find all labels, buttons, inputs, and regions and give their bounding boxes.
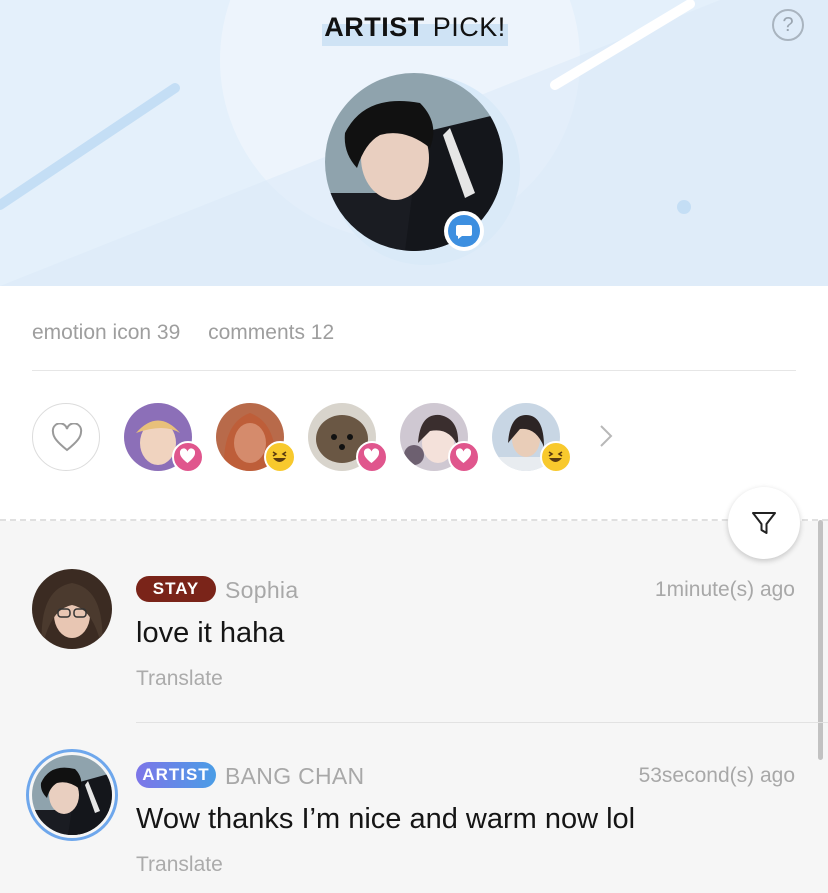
- comment-text: Wow thanks I’m nice and warm now lol: [136, 803, 636, 835]
- reactor-avatar[interactable]: [492, 403, 572, 473]
- stats-bar: emotion icon 39 comments 12: [32, 321, 356, 345]
- laughing-emoji-icon: [540, 441, 572, 473]
- comment-count[interactable]: comments 12: [208, 321, 334, 344]
- chevron-right-icon[interactable]: [598, 424, 614, 448]
- commenter-avatar[interactable]: [32, 569, 112, 649]
- scrollbar[interactable]: [818, 520, 823, 760]
- heart-icon: [356, 441, 388, 473]
- artist-pick-header: ARTIST PICK! ?: [0, 0, 828, 286]
- page-title: ARTIST PICK!: [322, 8, 508, 46]
- translate-link[interactable]: Translate: [136, 853, 223, 877]
- filter-button[interactable]: [728, 487, 800, 559]
- translate-link[interactable]: Translate: [136, 667, 223, 691]
- reactor-avatar[interactable]: [308, 403, 388, 473]
- divider: [136, 722, 828, 723]
- help-icon[interactable]: ?: [772, 9, 804, 41]
- chat-badge-icon: [444, 211, 484, 251]
- laughing-emoji-icon: [264, 441, 296, 473]
- comment-author[interactable]: Sophia: [225, 577, 298, 604]
- heart-icon: [172, 441, 204, 473]
- funnel-icon: [752, 512, 776, 534]
- reactor-avatar[interactable]: [400, 403, 480, 473]
- artist-badge: ARTIST: [136, 762, 216, 788]
- fan-badge: STAY: [136, 576, 216, 602]
- comment-time: 1minute(s) ago: [654, 578, 795, 601]
- reactor-avatar[interactable]: [216, 403, 296, 473]
- heart-outline-icon: [51, 423, 83, 452]
- comment-text: love it haha: [136, 617, 285, 649]
- commenter-avatar[interactable]: [32, 755, 112, 835]
- reactor-avatar[interactable]: [124, 403, 204, 473]
- heart-icon: [448, 441, 480, 473]
- like-button[interactable]: [32, 403, 100, 471]
- emotion-count[interactable]: emotion icon 39: [32, 321, 180, 344]
- divider: [32, 370, 796, 371]
- comment-author[interactable]: BANG CHAN: [225, 763, 364, 790]
- comment-time: 53second(s) ago: [638, 764, 795, 787]
